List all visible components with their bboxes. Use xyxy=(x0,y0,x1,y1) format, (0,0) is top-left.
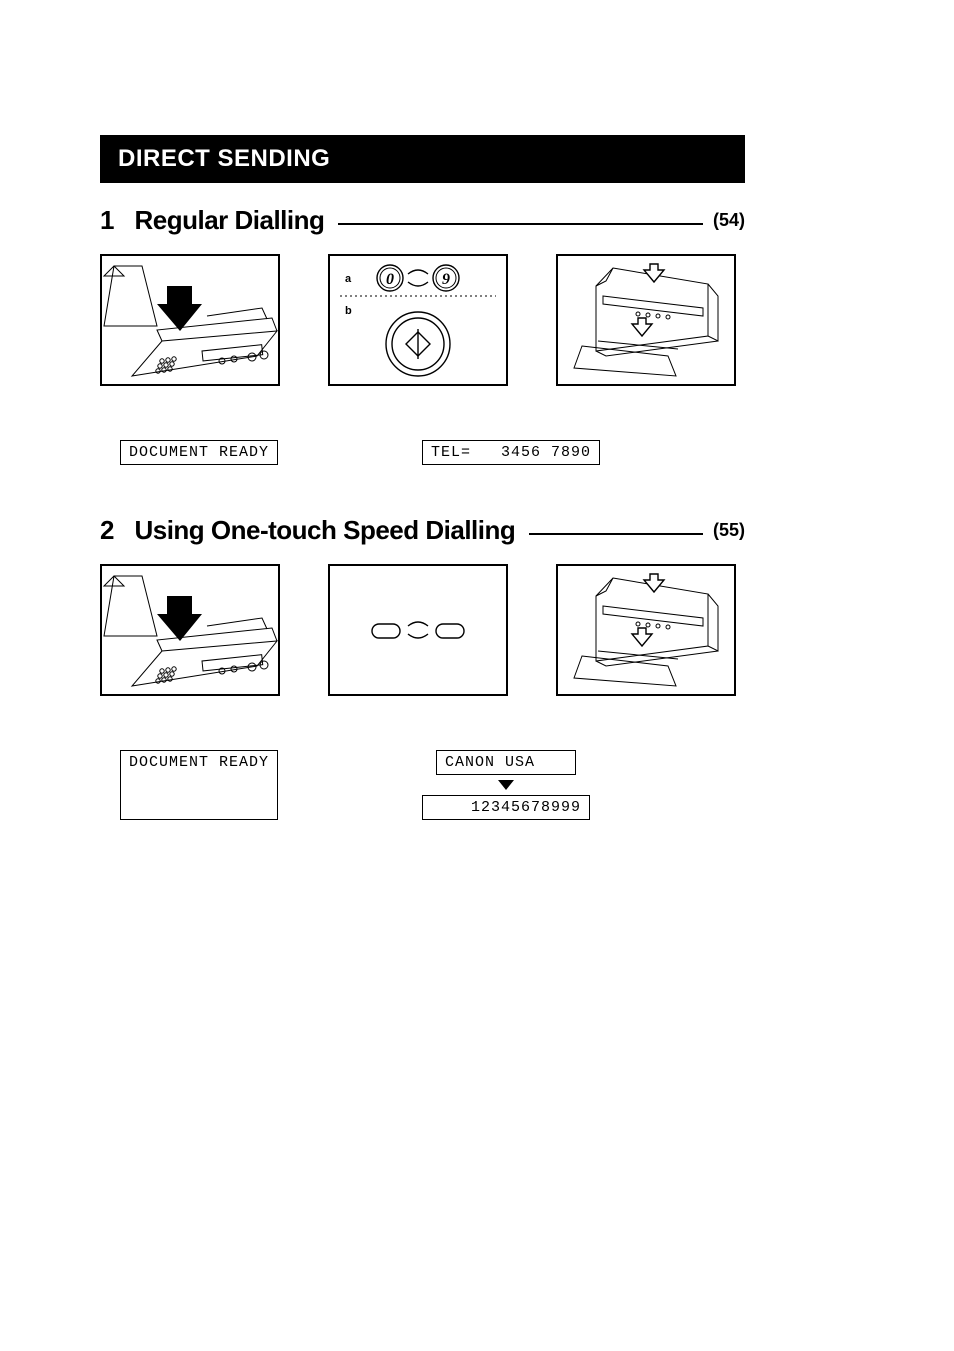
subsection-2-displays: DOCUMENT READY CANON USA 12345678999 xyxy=(120,750,765,820)
illustration-fax-send-2 xyxy=(556,564,736,696)
subsection-1-displays: DOCUMENT READY TEL= 3456 7890 xyxy=(120,440,765,465)
subsection-1-pageref: (54) xyxy=(713,210,745,231)
subsection-2-illustrations xyxy=(100,564,745,696)
illustration-fax-send xyxy=(556,254,736,386)
illustration-load-document-2 xyxy=(100,564,280,696)
subsection-2-header: 2 Using One-touch Speed Dialling (55) xyxy=(100,515,745,546)
key-9-label: 9 xyxy=(442,271,450,288)
lcd-display-tel-number: TEL= 3456 7890 xyxy=(422,440,600,465)
lcd-display-stack: CANON USA 12345678999 xyxy=(422,750,590,820)
onetouch-key-icon xyxy=(436,624,464,638)
step-a-label: a xyxy=(345,273,352,285)
key-0-label: 0 xyxy=(386,271,394,288)
onetouch-key-icon xyxy=(372,624,400,638)
lcd-display-document-ready-2: DOCUMENT READY xyxy=(120,750,278,820)
subsection-1-title: Regular Dialling xyxy=(134,205,324,236)
illustration-onetouch-keys xyxy=(328,564,508,696)
arrow-down-icon xyxy=(498,780,514,790)
subsection-2-title: Using One-touch Speed Dialling xyxy=(134,515,515,546)
section-title: DIRECT SENDING xyxy=(118,145,330,172)
subsection-1-header: 1 Regular Dialling (54) xyxy=(100,205,745,236)
start-button-icon xyxy=(386,312,450,376)
leader-line xyxy=(529,533,703,535)
subsection-1-number: 1 xyxy=(100,205,114,236)
subsection-1-illustrations: a 0 9 b xyxy=(100,254,745,386)
subsection-2-number: 2 xyxy=(100,515,114,546)
section-title-bar: DIRECT SENDING xyxy=(100,135,745,183)
subsection-2-pageref: (55) xyxy=(713,520,745,541)
illustration-dial-keys: a 0 9 b xyxy=(328,254,508,386)
lcd-display-dest-number: 12345678999 xyxy=(422,795,590,820)
lcd-display-document-ready: DOCUMENT READY xyxy=(120,440,278,465)
step-b-label: b xyxy=(345,305,352,317)
lcd-display-dest-name: CANON USA xyxy=(436,750,576,775)
illustration-load-document xyxy=(100,254,280,386)
leader-line xyxy=(338,223,703,225)
